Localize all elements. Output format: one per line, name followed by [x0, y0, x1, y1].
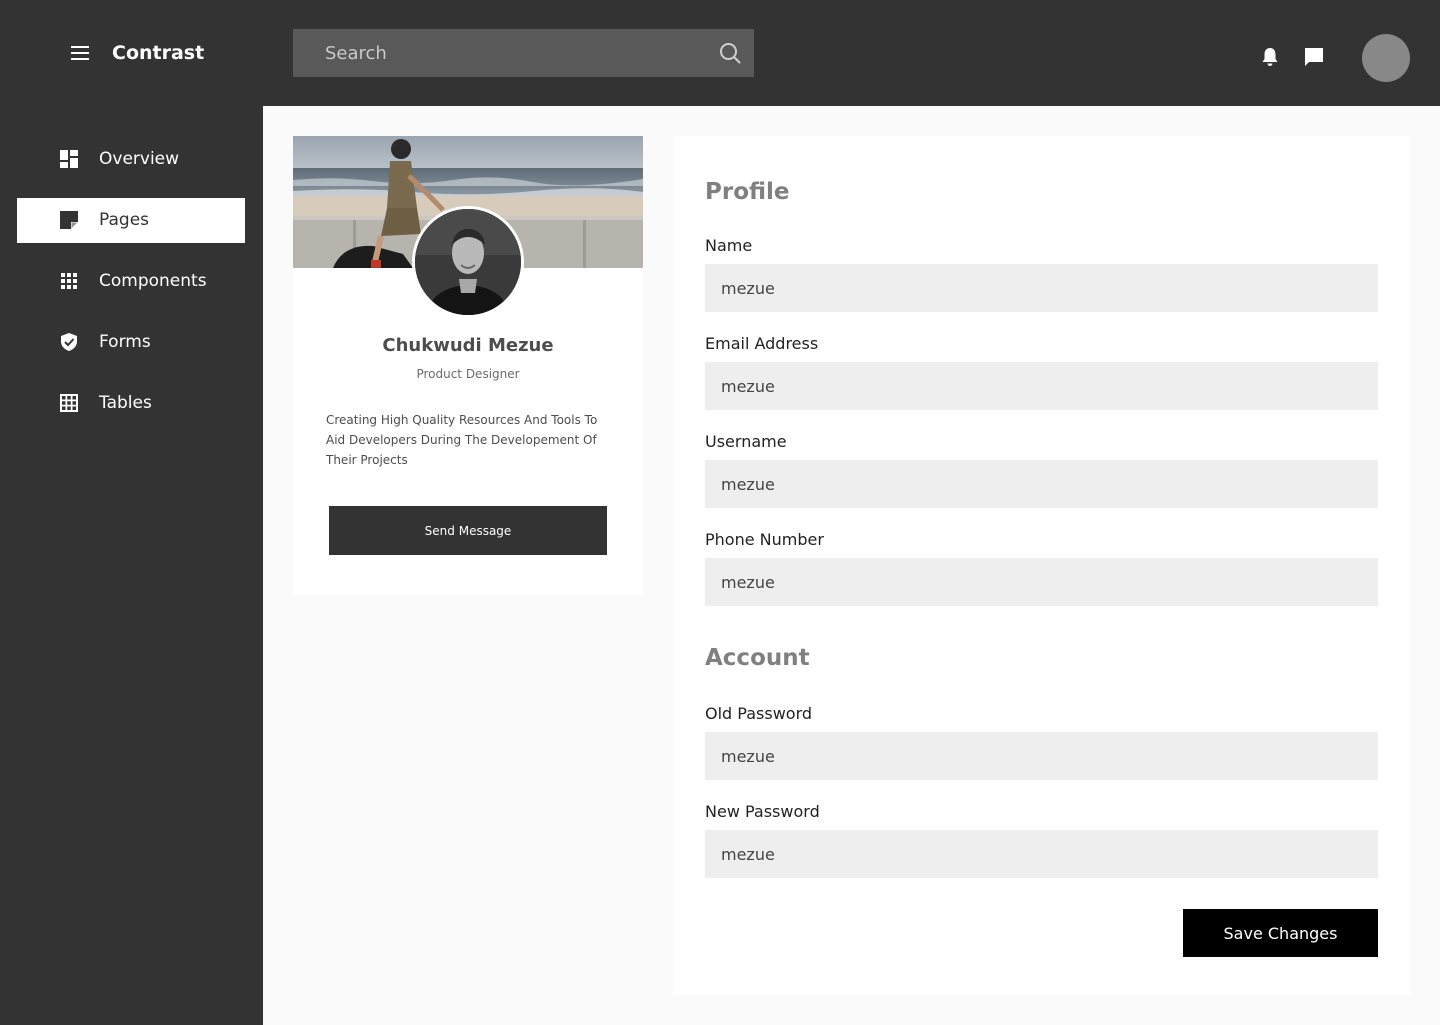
old-password-field[interactable]: [705, 732, 1378, 780]
search-icon[interactable]: [719, 42, 741, 64]
grid-apps-icon: [61, 273, 77, 289]
name-label: Name: [705, 236, 753, 255]
sidebar-item-label: Overview: [99, 149, 180, 169]
bell-icon[interactable]: [1259, 46, 1281, 68]
new-password-label: New Password: [705, 802, 820, 821]
sidebar-item-label: Components: [99, 271, 207, 291]
sidebar: Overview Pages Components Forms Tables: [0, 106, 263, 1025]
send-message-button[interactable]: Send Message: [329, 506, 607, 555]
phone-field[interactable]: [705, 558, 1378, 606]
profile-photo: [415, 209, 521, 315]
sidebar-item-pages[interactable]: Pages: [17, 198, 245, 243]
shield-check-icon: [61, 333, 77, 351]
profile-card: Chukwudi Mezue Product Designer Creating…: [293, 136, 643, 595]
search-input[interactable]: [293, 29, 693, 77]
search-box: [293, 29, 754, 77]
save-changes-button[interactable]: Save Changes: [1183, 909, 1378, 957]
settings-panel: Profile Name Email Address Username Phon…: [673, 136, 1410, 995]
email-field[interactable]: [705, 362, 1378, 410]
user-avatar[interactable]: [1362, 34, 1410, 82]
profile-name: Chukwudi Mezue: [382, 335, 554, 356]
menu-icon[interactable]: [71, 46, 89, 60]
chat-icon[interactable]: [1303, 46, 1325, 68]
profile-role: Product Designer: [416, 367, 520, 381]
sidebar-item-components[interactable]: Components: [17, 259, 245, 304]
profile-avatar: [412, 206, 524, 318]
name-field[interactable]: [705, 264, 1378, 312]
sidebar-item-tables[interactable]: Tables: [17, 381, 245, 426]
phone-label: Phone Number: [705, 530, 824, 549]
top-bar: Contrast: [0, 0, 1440, 106]
profile-bio: Creating High Quality Resources And Tool…: [326, 413, 598, 467]
sidebar-item-label: Forms: [99, 332, 151, 352]
new-password-field[interactable]: [705, 830, 1378, 878]
username-label: Username: [705, 432, 787, 451]
sidebar-item-overview[interactable]: Overview: [17, 137, 245, 182]
note-icon: [60, 211, 78, 229]
email-label: Email Address: [705, 334, 819, 353]
username-field[interactable]: [705, 460, 1378, 508]
profile-section-title: Profile: [705, 179, 790, 205]
sidebar-item-label: Pages: [99, 210, 150, 230]
dashboard-icon: [60, 150, 78, 168]
sidebar-item-forms[interactable]: Forms: [17, 320, 245, 365]
table-icon: [60, 394, 78, 412]
app-title: Contrast: [112, 42, 205, 64]
account-section-title: Account: [705, 645, 810, 671]
main-content: Chukwudi Mezue Product Designer Creating…: [263, 106, 1440, 1025]
old-password-label: Old Password: [705, 704, 813, 723]
sidebar-item-label: Tables: [99, 393, 152, 413]
